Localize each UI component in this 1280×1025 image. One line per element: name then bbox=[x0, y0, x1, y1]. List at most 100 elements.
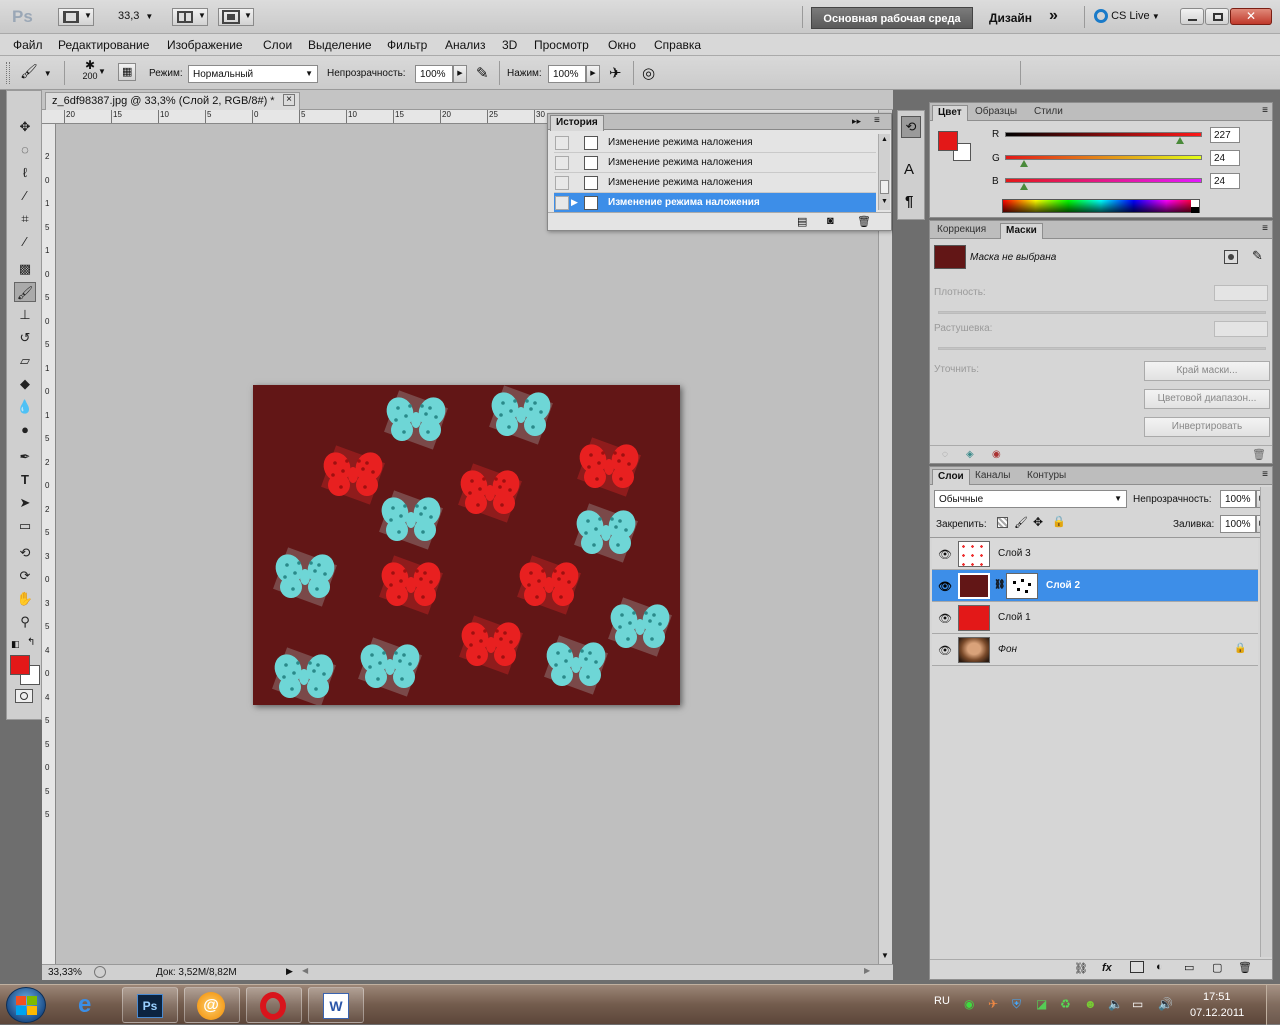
status-zoom[interactable]: 33,33% bbox=[48, 967, 82, 978]
swap-colors-icon[interactable]: ↰ bbox=[27, 637, 35, 648]
tablet-opacity-icon[interactable]: ✎ bbox=[476, 64, 489, 82]
network-status-icon[interactable]: ◉ bbox=[964, 997, 974, 1011]
volume-icon[interactable]: 🔊 bbox=[1158, 997, 1173, 1011]
lock-position-icon[interactable]: ✥ bbox=[1033, 515, 1043, 529]
character-panel-icon[interactable]: A bbox=[904, 161, 914, 178]
zoom-level-field[interactable]: 33,3 ▼ bbox=[110, 10, 153, 22]
layer-row-sloi3[interactable]: 👁 Слой 3 bbox=[932, 538, 1258, 570]
new-document-from-state-icon[interactable]: ▤ bbox=[797, 215, 807, 228]
history-snapshot-checkbox[interactable] bbox=[555, 176, 569, 190]
apply-mask-icon[interactable]: ◈ bbox=[966, 449, 974, 460]
menu-filter[interactable]: Фильтр bbox=[387, 38, 427, 52]
workspace-essentials-button[interactable]: Основная рабочая среда bbox=[811, 7, 973, 29]
panel-menu-icon[interactable]: ≡ bbox=[874, 115, 880, 126]
add-mask-icon[interactable] bbox=[1130, 961, 1144, 973]
dodge-tool-icon[interactable]: ● bbox=[14, 420, 36, 440]
tab-styles[interactable]: Стили bbox=[1029, 105, 1068, 121]
scroll-right-icon[interactable]: ▶ bbox=[864, 966, 870, 975]
language-indicator[interactable]: RU bbox=[934, 995, 950, 1007]
clock-date[interactable]: 07.12.2011 bbox=[1190, 1007, 1244, 1019]
invert-button[interactable]: Инвертировать bbox=[1144, 417, 1270, 437]
lock-transparency-icon[interactable] bbox=[997, 517, 1008, 528]
history-snapshot-checkbox[interactable] bbox=[555, 156, 569, 170]
green-value-input[interactable]: 24 bbox=[1210, 150, 1240, 166]
shield-icon[interactable]: ⛨ bbox=[1012, 997, 1021, 1012]
taskbar-photoshop[interactable]: Ps bbox=[122, 987, 178, 1023]
new-layer-icon[interactable]: ▢ bbox=[1212, 961, 1222, 974]
status-info-icon[interactable] bbox=[94, 966, 106, 978]
history-state[interactable]: Изменение режима наложения bbox=[554, 133, 876, 153]
layer-style-icon[interactable]: fx bbox=[1102, 962, 1112, 974]
launch-bridge-button[interactable]: ▼ bbox=[58, 8, 94, 26]
history-state[interactable]: Изменение режима наложения bbox=[554, 153, 876, 173]
tab-paths[interactable]: Контуры bbox=[1022, 469, 1071, 485]
menu-layer[interactable]: Слои bbox=[263, 38, 292, 52]
tab-adjustments[interactable]: Коррекция bbox=[932, 223, 991, 239]
healing-tool-icon[interactable]: ▩ bbox=[14, 259, 36, 279]
brush-picker[interactable]: ✱ 200 ▼ bbox=[72, 59, 108, 87]
speaker-icon[interactable]: 🔈 bbox=[1108, 997, 1123, 1011]
show-desktop-button[interactable] bbox=[1266, 985, 1280, 1025]
default-colors-icon[interactable]: ◧ bbox=[11, 639, 20, 650]
vector-mask-icon[interactable]: ✎ bbox=[1252, 248, 1263, 264]
collapse-panel-icon[interactable]: ▸▸ bbox=[852, 116, 861, 127]
lock-all-icon[interactable]: 🔒 bbox=[1052, 515, 1066, 528]
eye-icon[interactable]: 👁 bbox=[938, 548, 952, 561]
brush-tool-icon[interactable]: 🖌 bbox=[14, 282, 36, 302]
workspace-design-button[interactable]: Дизайн bbox=[989, 11, 1032, 25]
red-slider-thumb[interactable] bbox=[1176, 137, 1185, 144]
tab-color[interactable]: Цвет bbox=[932, 105, 968, 121]
eye-icon[interactable]: 👁 bbox=[938, 644, 952, 657]
flow-slider-toggle[interactable]: ▶ bbox=[586, 65, 600, 83]
3d-rotate-tool-icon[interactable]: ⟲ bbox=[14, 543, 36, 563]
layer-mask-thumbnail[interactable] bbox=[1006, 573, 1038, 599]
tray-update-icon[interactable]: ♻ bbox=[1060, 997, 1071, 1011]
pen-tool-icon[interactable]: ✒ bbox=[14, 447, 36, 467]
history-snapshot-checkbox[interactable] bbox=[555, 196, 569, 210]
minimize-button[interactable] bbox=[1180, 8, 1204, 25]
tray-app-icon[interactable]: ✈ bbox=[988, 997, 998, 1011]
document-tab[interactable]: z_6df98387.jpg @ 33,3% (Слой 2, RGB/8#) … bbox=[45, 92, 300, 110]
flow-input[interactable]: 100% bbox=[548, 65, 586, 83]
blue-slider-thumb[interactable] bbox=[1019, 183, 1028, 190]
close-document-icon[interactable]: × bbox=[283, 94, 295, 106]
tray-green-icon[interactable]: ◪ bbox=[1036, 997, 1047, 1011]
history-scrollbar[interactable]: ▲ ▼ bbox=[878, 134, 890, 210]
marquee-tool-icon[interactable]: ◌ bbox=[14, 140, 36, 160]
feather-input[interactable] bbox=[1214, 321, 1268, 337]
scroll-down-icon[interactable]: ▼ bbox=[881, 951, 889, 960]
new-snapshot-icon[interactable]: ◙ bbox=[827, 215, 834, 227]
shape-tool-icon[interactable]: ▭ bbox=[14, 516, 36, 536]
blue-value-input[interactable]: 24 bbox=[1210, 173, 1240, 189]
history-state[interactable]: ▶ Изменение режима наложения bbox=[554, 193, 876, 213]
hand-tool-icon[interactable]: ✋ bbox=[14, 589, 36, 609]
screen-mode-button[interactable]: ▼ bbox=[218, 8, 254, 26]
crop-tool-icon[interactable]: ⌗ bbox=[14, 209, 36, 229]
restore-button[interactable] bbox=[1205, 8, 1229, 25]
mask-edge-button[interactable]: Край маски... bbox=[1144, 361, 1270, 381]
panel-menu-icon[interactable]: ≡ bbox=[1262, 105, 1268, 116]
path-select-tool-icon[interactable]: ➤ bbox=[14, 493, 36, 513]
taskbar-word[interactable]: W bbox=[308, 987, 364, 1023]
type-tool-icon[interactable]: T bbox=[14, 470, 36, 490]
menu-view[interactable]: Просмотр bbox=[534, 38, 589, 52]
vertical-scrollbar[interactable]: ▼ bbox=[878, 110, 892, 964]
quick-mask-button[interactable] bbox=[15, 689, 33, 703]
tab-masks[interactable]: Маски bbox=[1000, 223, 1043, 239]
close-window-button[interactable]: ✕ bbox=[1230, 8, 1272, 25]
trash-icon[interactable]: 🗑 bbox=[1238, 961, 1252, 974]
more-workspaces-icon[interactable]: » bbox=[1049, 7, 1058, 25]
red-slider[interactable] bbox=[1005, 132, 1202, 137]
history-panel-icon[interactable]: ⟲ bbox=[901, 116, 921, 138]
foreground-color-chip[interactable] bbox=[938, 131, 958, 151]
menu-help[interactable]: Справка bbox=[654, 38, 701, 52]
panel-menu-icon[interactable]: ≡ bbox=[1262, 469, 1268, 480]
panel-menu-icon[interactable]: ≡ bbox=[1262, 223, 1268, 234]
tab-layers[interactable]: Слои bbox=[932, 469, 970, 485]
tablet-size-icon[interactable]: ◎ bbox=[642, 64, 655, 82]
monitor-icon[interactable]: ▭ bbox=[1132, 997, 1143, 1011]
move-tool-icon[interactable]: ✥ bbox=[14, 117, 36, 137]
start-button[interactable] bbox=[6, 987, 46, 1023]
trash-icon[interactable]: 🗑 bbox=[1252, 448, 1266, 461]
document-image[interactable] bbox=[253, 385, 680, 705]
